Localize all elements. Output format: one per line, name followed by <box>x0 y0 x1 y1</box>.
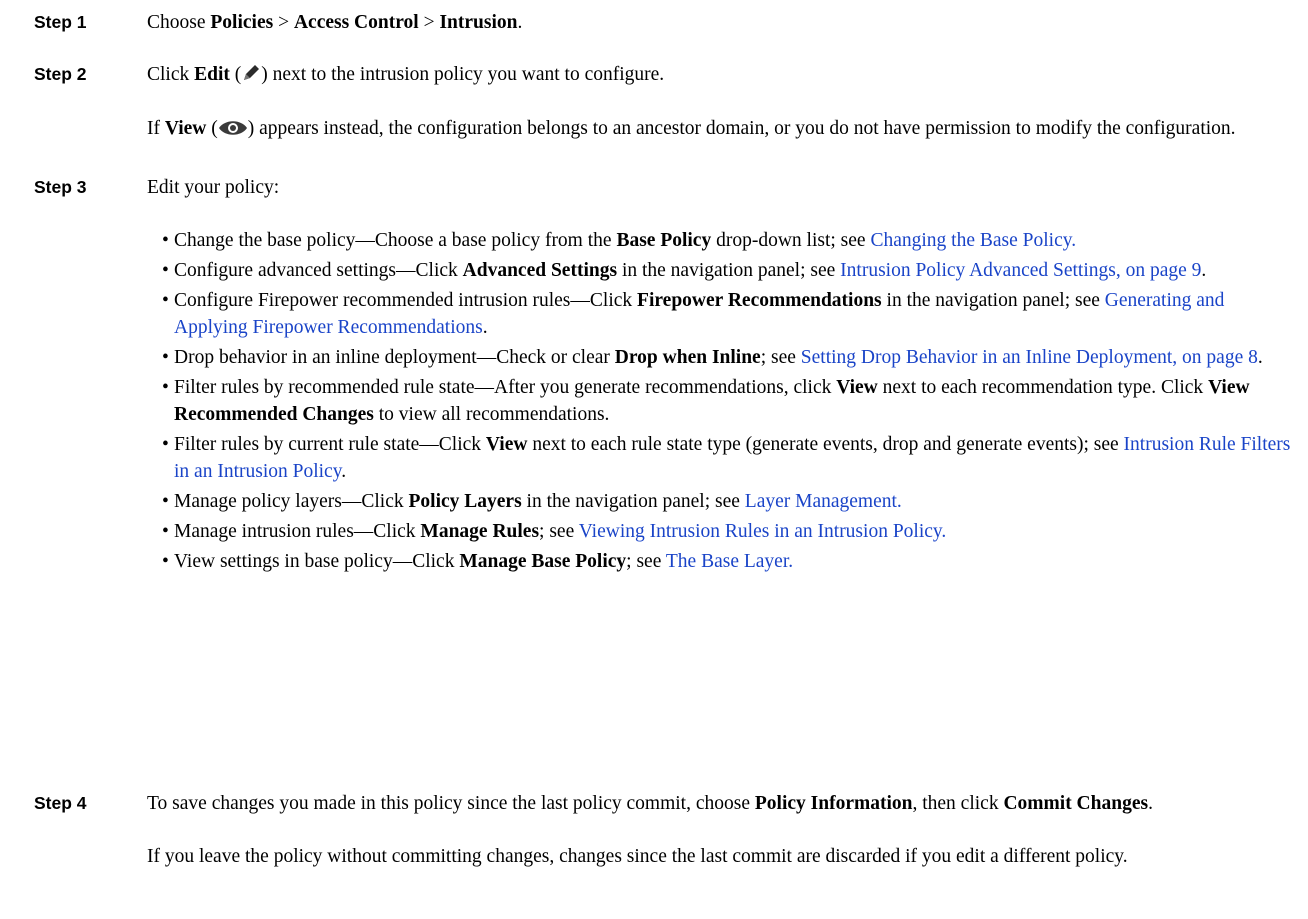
step-3-text: Edit your policy: <box>147 174 1287 201</box>
text-run: in the navigation panel; see <box>617 260 841 281</box>
text-run: . <box>1201 260 1207 281</box>
ui-term: View <box>836 377 878 398</box>
text-run: ( <box>229 64 242 85</box>
ui-term: Access Control <box>293 12 419 33</box>
text-run: ( <box>206 118 218 139</box>
step-3-label: Step 3 <box>34 177 87 197</box>
text-run: If you leave the policy without committi… <box>147 846 1128 867</box>
text-run: Filter rules by recommended rule state—A… <box>174 377 837 398</box>
cross-reference-link[interactable]: Viewing Intrusion Rules in an Intrusion … <box>579 521 947 542</box>
text-run: Manage intrusion rules—Click <box>174 521 421 542</box>
text-run: Change the base policy—Choose a base pol… <box>174 230 617 251</box>
step-4-label: Step 4 <box>34 793 87 813</box>
list-item: • Filter rules by current rule state—Clic… <box>162 434 1291 482</box>
ui-term: Policies <box>210 12 274 33</box>
text-run: > <box>273 12 294 33</box>
list-item: • Drop behavior in an inline deployment—C… <box>162 347 1263 368</box>
text-run: Manage policy layers—Click <box>174 491 409 512</box>
text-run: If <box>147 118 165 139</box>
cross-reference-link[interactable]: Intrusion Policy Advanced Settings, on p… <box>840 260 1201 281</box>
step-3-bullet-list: • Change the base policy—Choose a base po… <box>162 227 1292 578</box>
text-run: next to each recommendation type. Click <box>877 377 1209 398</box>
text-run: in the navigation panel; see <box>881 290 1105 311</box>
ui-term: Edit <box>194 64 230 85</box>
text-run: View settings in base policy—Click <box>174 551 460 572</box>
ui-term: Base Policy <box>616 230 712 251</box>
step-4-text: To save changes you made in this policy … <box>147 790 1287 817</box>
text-run: drop-down list; see <box>711 230 871 251</box>
text-run: Edit your policy: <box>147 177 280 198</box>
text-run: ) next to the intrusion policy you want … <box>261 64 665 85</box>
text-run: next to each rule state type (generate e… <box>527 434 1124 455</box>
ui-term: Advanced Settings <box>462 260 618 281</box>
eye-icon <box>218 118 248 145</box>
pencil-icon <box>241 63 261 91</box>
text-run: . <box>1257 347 1263 368</box>
step-2-text: Click Edit ( ) next to the intrusion poli… <box>147 61 1287 91</box>
ui-term: Manage Base Policy <box>459 551 627 572</box>
cross-reference-link[interactable]: Setting Drop Behavior in an Inline Deplo… <box>801 347 1258 368</box>
list-item: • Manage intrusion rules—Click Manage Rul… <box>162 521 947 542</box>
step-2-label: Step 2 <box>34 64 87 84</box>
ui-term: Commit Changes <box>1003 793 1149 814</box>
ui-term: Firepower Recommendations <box>637 290 882 311</box>
step-1-text: Choose Policies > Access Control > Intru… <box>147 9 1287 36</box>
ui-term: Manage Rules <box>420 521 540 542</box>
text-run: To save changes you made in this policy … <box>147 793 755 814</box>
list-item: • View settings in base policy—Click Mana… <box>162 551 794 572</box>
ui-term: View <box>485 434 528 455</box>
text-run: ; see <box>760 347 801 368</box>
cross-reference-link[interactable]: Layer Management. <box>745 491 902 512</box>
cross-reference-link[interactable]: The Base Layer. <box>666 551 793 572</box>
text-run: Filter rules by current rule state—Click <box>174 434 486 455</box>
text-run: Click <box>147 64 195 85</box>
ui-term: Intrusion <box>439 12 518 33</box>
text-run: Configure advanced settings—Click <box>174 260 463 281</box>
text-run: . <box>1148 793 1153 814</box>
text-run: . <box>482 317 488 338</box>
ui-term: Policy Layers <box>408 491 522 512</box>
text-run: . <box>517 12 523 33</box>
text-run: > <box>418 12 440 33</box>
text-run: to view all recommendations. <box>373 404 610 425</box>
ui-term: Policy Information <box>754 793 913 814</box>
list-item: • Change the base policy—Choose a base po… <box>162 230 1077 251</box>
text-run: ; see <box>626 551 666 572</box>
text-run: ; see <box>539 521 579 542</box>
list-item: • Configure advanced settings—Click Advan… <box>162 260 1207 281</box>
ui-term: Drop when Inline <box>614 347 761 368</box>
list-item: • Manage policy layers—Click Policy Layer… <box>162 491 902 512</box>
list-item: • Configure Firepower recommended intrusi… <box>162 290 1225 338</box>
text-run: , then click <box>912 793 1004 814</box>
text-run: Choose <box>147 12 211 33</box>
list-item: • Filter rules by recommended rule state—… <box>162 377 1250 425</box>
step-1-label: Step 1 <box>34 12 87 32</box>
cross-reference-link[interactable]: Changing the Base Policy. <box>870 230 1076 251</box>
text-run: Configure Firepower recommended intrusio… <box>174 290 638 311</box>
text-run: ) appears instead, the configuration bel… <box>247 118 1236 139</box>
text-run: Drop behavior in an inline deployment—Ch… <box>174 347 615 368</box>
text-run: in the navigation panel; see <box>521 491 745 512</box>
step-4-note: If you leave the policy without committi… <box>147 843 1287 870</box>
step-2-note: If View ( ) appears instead, the configur… <box>147 115 1287 145</box>
ui-term: View <box>164 118 207 139</box>
text-run: . <box>341 461 347 482</box>
